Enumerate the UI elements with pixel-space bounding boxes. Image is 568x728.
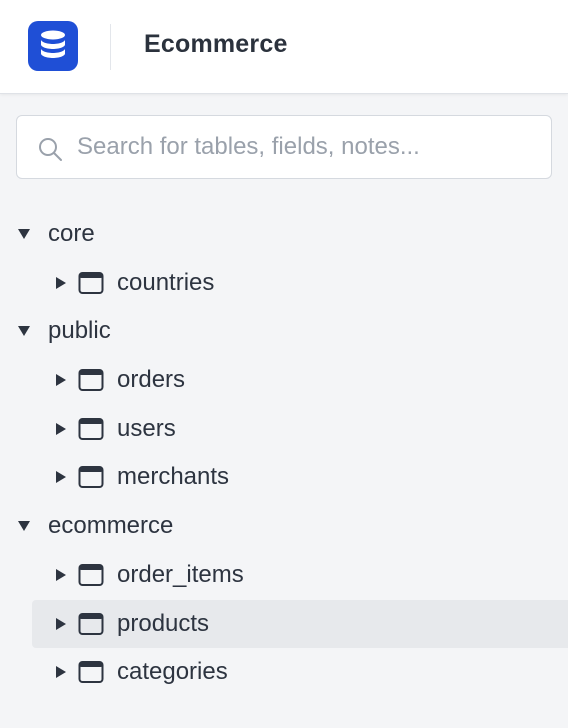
table-icon	[78, 417, 104, 440]
table-label: orders	[117, 366, 186, 394]
table-label: products	[117, 609, 210, 637]
app-header: Ecommerce	[0, 0, 568, 94]
table-icon	[78, 369, 104, 392]
row-highlight	[32, 405, 568, 453]
table-item-order_items[interactable]: order_items	[0, 551, 568, 600]
header-divider	[110, 24, 111, 70]
table-icon	[78, 466, 104, 489]
table-item-users[interactable]: users	[0, 405, 568, 454]
caret-right-icon[interactable]	[55, 276, 67, 290]
table-label: categories	[117, 658, 228, 686]
search-icon	[39, 138, 62, 161]
schema-label: core	[48, 220, 95, 247]
row-highlight	[32, 356, 568, 404]
caret-right-icon[interactable]	[55, 665, 67, 679]
table-item-orders[interactable]: orders	[0, 356, 568, 405]
table-item-merchants[interactable]: merchants	[0, 453, 568, 502]
table-label: merchants	[117, 463, 230, 491]
search-input[interactable]	[77, 118, 537, 176]
table-item-categories[interactable]: categories	[0, 648, 568, 697]
caret-down-icon[interactable]	[17, 520, 31, 532]
table-icon	[78, 612, 104, 635]
table-icon	[78, 271, 104, 294]
caret-down-icon[interactable]	[17, 325, 31, 337]
schema-row-public[interactable]: public	[0, 307, 568, 356]
caret-right-icon[interactable]	[55, 617, 67, 631]
table-label: order_items	[117, 560, 244, 588]
table-item-products[interactable]: products	[0, 599, 568, 649]
table-icon	[78, 661, 104, 684]
table-label: users	[117, 414, 176, 442]
caret-right-icon[interactable]	[55, 373, 67, 387]
schema-row-ecommerce[interactable]: ecommerce	[0, 502, 568, 551]
table-label: countries	[117, 268, 215, 296]
row-highlight	[32, 453, 568, 501]
row-highlight	[32, 648, 568, 696]
caret-right-icon[interactable]	[55, 470, 67, 484]
row-highlight	[32, 259, 568, 307]
row-highlight	[32, 551, 568, 599]
caret-down-icon[interactable]	[17, 228, 31, 240]
project-title: Ecommerce	[144, 30, 288, 58]
caret-right-icon[interactable]	[55, 422, 67, 436]
row-highlight	[32, 599, 568, 648]
database-icon[interactable]	[28, 21, 78, 71]
schema-row-core[interactable]: core	[0, 210, 568, 259]
schema-label: public	[48, 317, 111, 345]
schema-tree: core countries public orders users merchants e…	[0, 210, 568, 697]
caret-right-icon[interactable]	[55, 568, 67, 582]
search-box[interactable]	[16, 115, 552, 179]
schema-label: ecommerce	[48, 512, 174, 540]
table-icon	[78, 563, 104, 586]
table-item-countries[interactable]: countries	[0, 259, 568, 308]
